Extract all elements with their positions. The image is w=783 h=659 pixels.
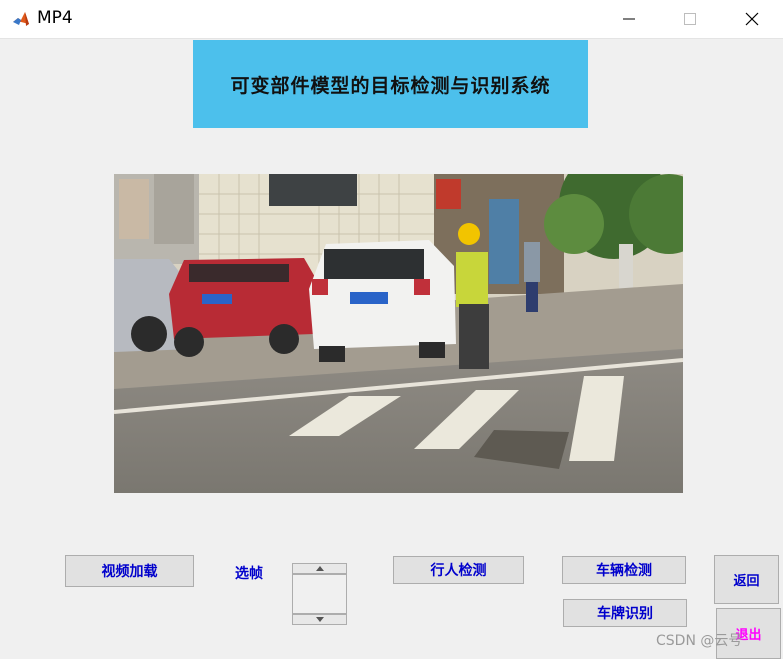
close-icon [745, 12, 759, 26]
plate-recognize-label: 车牌识别 [597, 606, 653, 622]
pedestrian-detect-label: 行人检测 [430, 563, 487, 579]
load-video-label: 视频加载 [101, 564, 158, 580]
frame-select-spinner[interactable] [292, 563, 347, 625]
window-title: MP4 [37, 8, 73, 28]
back-button[interactable]: 返回 [714, 555, 779, 604]
csdn-watermark: CSDN @云号 [656, 633, 743, 649]
frame-select-value[interactable] [292, 574, 347, 614]
triangle-up-icon [315, 566, 324, 571]
matlab-icon [11, 9, 31, 29]
vehicle-detect-label: 车辆检测 [596, 563, 652, 579]
spinner-down-button[interactable] [292, 614, 347, 625]
load-video-button[interactable]: 视频加载 [65, 555, 194, 587]
plate-recognize-button[interactable]: 车牌识别 [563, 599, 687, 627]
maximize-icon [684, 13, 696, 25]
maximize-button[interactable] [667, 0, 713, 38]
frame-select-label: 选帧 [235, 566, 263, 582]
video-frame-image [114, 174, 683, 493]
spinner-up-button[interactable] [292, 563, 347, 574]
minimize-button[interactable] [606, 0, 652, 38]
close-button[interactable] [729, 0, 775, 38]
minimize-icon [623, 18, 635, 20]
banner-title: 可变部件模型的目标检测与识别系统 [230, 74, 551, 97]
app-banner: 可变部件模型的目标检测与识别系统 [193, 40, 588, 128]
pedestrian-detect-button[interactable]: 行人检测 [393, 556, 524, 584]
video-frame-display [114, 174, 683, 493]
vehicle-detect-button[interactable]: 车辆检测 [562, 556, 686, 584]
window-titlebar: MP4 [0, 0, 783, 39]
back-label: 返回 [733, 574, 760, 589]
triangle-down-icon [315, 617, 324, 622]
